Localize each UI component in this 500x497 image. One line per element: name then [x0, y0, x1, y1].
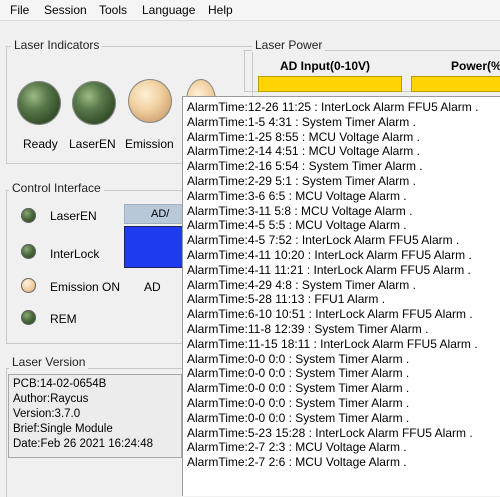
power-percent-label: Power(%: [451, 59, 500, 73]
alarm-entry: AlarmTime:2-7 2:3 : MCU Voltage Alarm .: [187, 440, 407, 455]
ad-input-label: AD Input(0-10V): [280, 59, 370, 73]
version-pcb: PCB:14-02-0654B: [13, 378, 107, 390]
menu-language[interactable]: Language: [142, 3, 195, 17]
alarm-entry: AlarmTime:11-8 12:39 : System Timer Alar…: [187, 321, 429, 336]
alarm-entry: AlarmTime:0-0 0:0 : System Timer Alarm .: [187, 351, 410, 366]
alarm-entry: AlarmTime:5-28 11:13 : FFU1 Alarm .: [187, 292, 386, 307]
menu-session[interactable]: Session: [44, 3, 87, 17]
ready-label: Ready: [23, 137, 58, 151]
alarm-entry: AlarmTime:4-11 10:20 : InterLock Alarm F…: [187, 247, 472, 262]
version-author: Author:Raycus: [13, 393, 89, 405]
alarm-entry: AlarmTime:3-11 5:8 : MCU Voltage Alarm .: [187, 203, 413, 218]
alarm-entry: AlarmTime:0-0 0:0 : System Timer Alarm .: [187, 381, 410, 396]
alarm-entry: AlarmTime:2-7 2:6 : MCU Voltage Alarm .: [187, 455, 407, 470]
emission-label: Emission: [125, 137, 174, 151]
laser-power-title: Laser Power: [252, 38, 326, 52]
version-info-box: PCB:14-02-0654B Author:Raycus Version:3.…: [8, 374, 182, 458]
laser-version-title: Laser Version: [9, 355, 89, 369]
ad-column-header: AD/: [124, 204, 184, 224]
alarm-log-panel[interactable]: AlarmTime:12-26 11:25 : InterLock Alarm …: [182, 96, 500, 496]
ad-label: AD: [144, 280, 161, 294]
alarm-entry: AlarmTime:11-15 18:11 : InterLock Alarm …: [187, 336, 478, 351]
menu-file[interactable]: File: [10, 3, 29, 17]
alarm-entry: AlarmTime:4-5 5:5 : MCU Voltage Alarm .: [187, 218, 407, 233]
control-rem-label: REM: [50, 312, 77, 326]
laser-en-label: LaserEN: [69, 137, 116, 151]
alarm-entry: AlarmTime:5-23 15:28 : InterLock Alarm F…: [187, 425, 473, 440]
power-bar: [411, 76, 500, 92]
version-number: Version:3.7.0: [13, 408, 81, 420]
version-date: Date:Feb 26 2021 16:24:48: [13, 438, 154, 450]
menu-tools[interactable]: Tools: [99, 3, 127, 17]
alarm-entry: AlarmTime:6-10 10:51 : InterLock Alarm F…: [187, 307, 473, 322]
control-laser-en-label: LaserEN: [50, 209, 97, 223]
alarm-entry: AlarmTime:0-0 0:0 : System Timer Alarm .: [187, 395, 410, 410]
ad-input-bar: [258, 76, 402, 92]
version-brief: Brief:Single Module: [13, 423, 113, 435]
alarm-entry: AlarmTime:4-29 4:8 : System Timer Alarm …: [187, 277, 416, 292]
alarm-entry: AlarmTime:2-14 4:51 : MCU Voltage Alarm …: [187, 144, 420, 159]
alarm-entry: AlarmTime:12-26 11:25 : InterLock Alarm …: [187, 100, 479, 114]
control-emission-on-label: Emission ON: [50, 280, 121, 294]
alarm-entry: AlarmTime:4-11 11:21 : InterLock Alarm F…: [187, 262, 471, 277]
laser-en-indicator-light: [72, 81, 116, 125]
ad-value-display: [124, 226, 184, 268]
alarm-entry: AlarmTime:0-0 0:0 : System Timer Alarm .: [187, 366, 410, 381]
menu-bar: File Session Tools Language Help: [0, 0, 500, 21]
interlock-status-icon: [21, 244, 36, 259]
alarm-entry: AlarmTime:0-0 0:0 : System Timer Alarm .: [187, 410, 410, 425]
alarm-entry: AlarmTime:2-29 5:1 : System Timer Alarm …: [187, 173, 416, 188]
emission-indicator-light: [128, 79, 172, 123]
rem-status-icon: [21, 310, 36, 325]
alarm-entry: AlarmTime:3-6 6:5 : MCU Voltage Alarm .: [187, 188, 407, 203]
ready-indicator-light: [17, 81, 61, 125]
menu-help[interactable]: Help: [208, 3, 233, 17]
control-interlock-label: InterLock: [50, 247, 100, 261]
alarm-entry: AlarmTime:2-16 5:54 : System Timer Alarm…: [187, 159, 423, 174]
alarm-list: AlarmTime:12-26 11:25 : InterLock Alarm …: [183, 97, 500, 470]
laser-indicators-title: Laser Indicators: [11, 38, 103, 52]
control-interface-title: Control Interface: [9, 181, 104, 195]
emission-on-status-icon: [21, 278, 36, 293]
alarm-entry: AlarmTime:1-5 4:31 : System Timer Alarm …: [187, 114, 416, 129]
alarm-entry: AlarmTime:1-25 8:55 : MCU Voltage Alarm …: [187, 129, 420, 144]
alarm-entry: AlarmTime:4-5 7:52 : InterLock Alarm FFU…: [187, 233, 460, 248]
laser-en-status-icon: [21, 208, 36, 223]
